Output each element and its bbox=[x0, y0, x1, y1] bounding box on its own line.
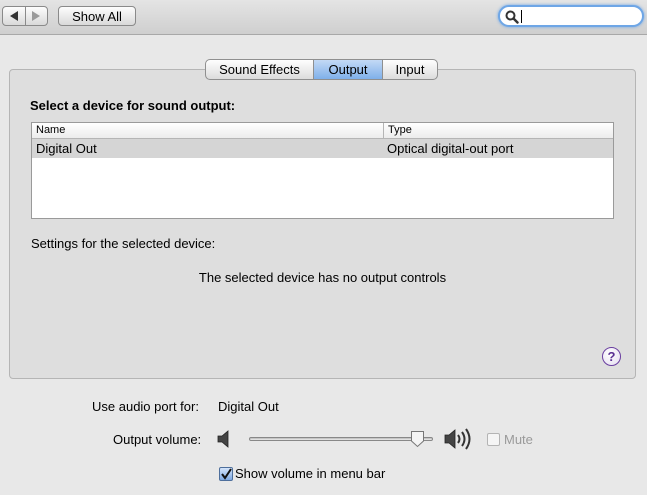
tab-sound-effects[interactable]: Sound Effects bbox=[206, 60, 313, 79]
show-all-button[interactable]: Show All bbox=[58, 6, 136, 26]
text-caret bbox=[521, 10, 522, 23]
table-header: Name Type bbox=[32, 123, 613, 139]
device-section-title: Select a device for sound output: bbox=[30, 98, 236, 113]
help-button[interactable]: ? bbox=[602, 347, 621, 366]
output-panel: Select a device for sound output: Name T… bbox=[9, 69, 636, 379]
no-controls-message: The selected device has no output contro… bbox=[198, 270, 447, 285]
help-icon: ? bbox=[607, 349, 616, 364]
volume-slider-thumb[interactable] bbox=[410, 430, 425, 448]
device-name-cell: Digital Out bbox=[36, 141, 97, 156]
column-header-type[interactable]: Type bbox=[384, 123, 613, 138]
toolbar: Show All bbox=[0, 0, 647, 35]
forward-arrow-icon bbox=[32, 11, 41, 21]
tab-output[interactable]: Output bbox=[313, 60, 382, 79]
mute-label: Mute bbox=[504, 432, 533, 447]
device-table[interactable]: Name Type Digital Out Optical digital-ou… bbox=[31, 122, 614, 219]
column-header-name[interactable]: Name bbox=[32, 123, 384, 138]
show-volume-label[interactable]: Show volume in menu bar bbox=[235, 466, 385, 481]
volume-slider-track[interactable] bbox=[249, 437, 433, 441]
settings-label: Settings for the selected device: bbox=[31, 236, 216, 251]
back-forward-control bbox=[2, 6, 48, 26]
forward-button[interactable] bbox=[24, 7, 48, 25]
audio-port-label: Use audio port for: bbox=[92, 399, 199, 414]
speaker-loud-icon bbox=[444, 428, 471, 450]
tab-input[interactable]: Input bbox=[382, 60, 437, 79]
back-button[interactable] bbox=[3, 7, 25, 25]
output-volume-label: Output volume: bbox=[113, 432, 202, 447]
search-field[interactable] bbox=[498, 5, 644, 27]
audio-port-value: Digital Out bbox=[218, 399, 279, 414]
tab-bar: Sound Effects Output Input bbox=[205, 59, 438, 80]
mute-checkbox[interactable] bbox=[487, 433, 500, 446]
back-arrow-icon bbox=[9, 11, 18, 21]
table-row[interactable]: Digital Out Optical digital-out port bbox=[32, 139, 613, 158]
magnifier-icon bbox=[505, 10, 519, 24]
speaker-quiet-icon bbox=[217, 430, 229, 448]
checkmark-icon bbox=[221, 468, 232, 480]
device-type-cell: Optical digital-out port bbox=[387, 141, 514, 156]
show-volume-checkbox[interactable] bbox=[219, 467, 233, 481]
